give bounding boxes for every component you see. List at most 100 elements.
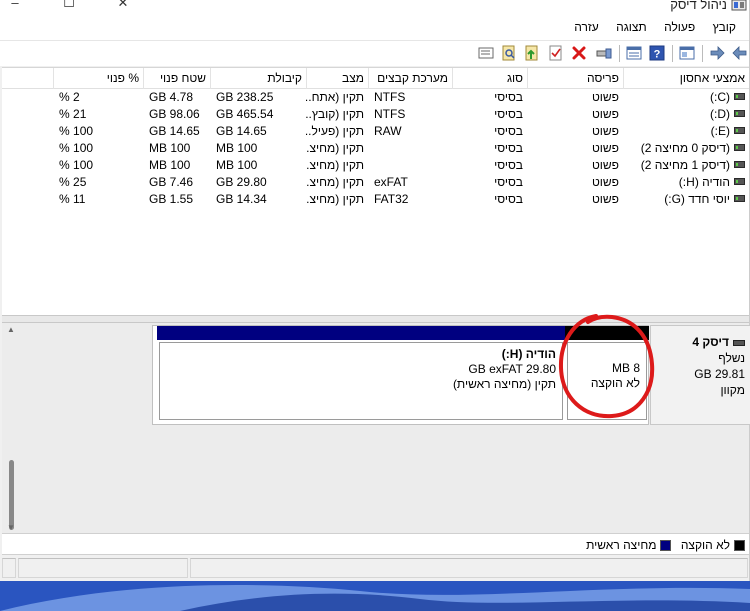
table-row[interactable]: יוסי חדד (G:) פשוט בסיסי FAT32 תקין (מחיצ...…: [2, 191, 749, 208]
minimize-button[interactable]: –: [8, 0, 22, 10]
scroll-up-icon[interactable]: ▲: [7, 325, 15, 334]
disk-type: נשלף: [718, 351, 745, 365]
volume-name: (דיסק 0 מחיצה 2): [640, 141, 730, 155]
disk-label[interactable]: דיסק 4 נשלף GB 29.81 מקוון: [650, 325, 750, 425]
menu-bar: קובץ פעולה תצוגה עזרה: [0, 14, 749, 40]
col-filesystem[interactable]: מערכת קבצים: [368, 68, 452, 89]
partition-status: לא הוקצה: [590, 376, 640, 390]
close-button[interactable]: ✕: [116, 0, 130, 10]
disk-size: GB 29.81: [694, 367, 745, 381]
desktop-background: [0, 581, 750, 611]
pane-splitter[interactable]: [2, 315, 749, 323]
cell-status: תקין (מחיצ...: [306, 158, 364, 172]
volume-list: אמצעי אחסון פריסה סוג מערכת קבצים מצב קי…: [2, 67, 749, 315]
cell-layout: פשוט: [591, 175, 619, 189]
cell-status: תקין (מחיצ...: [306, 141, 364, 155]
col-free-space[interactable]: שטח פנוי: [143, 68, 210, 89]
export-icon[interactable]: [478, 45, 494, 61]
menu-help[interactable]: עזרה: [567, 14, 606, 34]
table-row[interactable]: הודיה (H:) פשוט בסיסי exFAT תקין (מחיצ... GB …: [2, 174, 749, 191]
menu-view[interactable]: תצוגה: [609, 14, 654, 34]
cell-capacity: MB 100: [216, 158, 258, 172]
table-row[interactable]: (דיסק 1 מחיצה 2) פשוט בסיסי תקין (מחיצ... MB…: [2, 157, 749, 174]
disk-partitions: MB 8 לא הוקצה הודיה (H:) GB exFAT 29.80 …: [152, 325, 649, 425]
col-percent-free[interactable]: % פנוי: [53, 68, 143, 89]
legend-unallocated: לא הוקצה: [681, 538, 745, 552]
cell-capacity: GB 29.80: [216, 175, 267, 189]
connect-icon[interactable]: [596, 45, 612, 61]
cell-free-space: MB 100: [149, 141, 191, 155]
disk-name: דיסק 4: [692, 335, 729, 349]
cell-free-space: MB 100: [149, 158, 191, 172]
scroll-thumb[interactable]: [9, 460, 14, 530]
partition-color-bar: [565, 326, 649, 340]
scroll-down-icon[interactable]: ▼: [7, 523, 15, 532]
cell-status: תקין (פעיל...: [306, 124, 364, 138]
volume-list-rows: (C:) פשוט בסיסי NTFS תקין (אתח... GB 238.25 GB…: [2, 89, 749, 208]
check-icon[interactable]: [548, 45, 564, 61]
volume-name: הודיה (H:): [678, 175, 730, 189]
forward-arrow-icon[interactable]: [709, 45, 725, 61]
cell-capacity: GB 465.54: [216, 107, 274, 121]
vertical-scrollbar[interactable]: ▲ ▼: [5, 325, 17, 533]
partition-unallocated[interactable]: MB 8 לא הוקצה: [565, 326, 649, 424]
legend: לא הוקצה מחיצה ראשית: [2, 533, 749, 555]
col-capacity[interactable]: קיבולת: [210, 68, 306, 89]
cell-volume: (E:): [623, 123, 749, 140]
table-row[interactable]: (דיסק 0 מחיצה 2) פשוט בסיסי תקין (מחיצ... MB…: [2, 140, 749, 157]
properties-icon[interactable]: [679, 45, 695, 61]
volume-name: יוסי חדד (G:): [664, 192, 730, 206]
cell-filesystem: RAW: [374, 124, 402, 138]
maximize-button[interactable]: ☐: [62, 0, 76, 10]
table-row[interactable]: (C:) פשוט בסיסי NTFS תקין (אתח... GB 238.25 GB…: [2, 89, 749, 106]
import-icon[interactable]: [524, 45, 540, 61]
col-volume[interactable]: אמצעי אחסון: [623, 68, 749, 89]
table-row[interactable]: (E:) פשוט בסיסי RAW תקין (פעיל... GB 14.65 GB …: [2, 123, 749, 140]
cell-free-space: GB 7.46: [149, 175, 194, 189]
status-segment: [18, 558, 188, 578]
svg-text:?: ?: [654, 49, 661, 61]
partition-status: תקין (מחיצה ראשית): [452, 377, 556, 391]
cell-capacity: GB 238.25: [216, 90, 274, 104]
cell-layout: פשוט: [591, 90, 619, 104]
disk-management-window: – ☐ ✕ ניהול דיסק קובץ פעולה תצוגה עזרה ?…: [0, 0, 750, 581]
cell-volume: (דיסק 1 מחיצה 2): [623, 157, 749, 174]
menu-action[interactable]: פעולה: [657, 14, 702, 34]
cell-layout: פשוט: [591, 192, 619, 206]
volume-icon: [734, 127, 745, 135]
cell-percent-free: 11 %: [59, 192, 86, 206]
cell-layout: פשוט: [591, 141, 619, 155]
legend-swatch: [734, 540, 745, 551]
cell-status: תקין (מחיצ...: [306, 192, 364, 206]
table-row[interactable]: (D:) פשוט בסיסי NTFS תקין (קובץ... GB 465.54 G…: [2, 106, 749, 123]
legend-swatch: [660, 540, 672, 551]
cell-status: תקין (מחיצ...: [306, 175, 364, 189]
cell-type: בסיסי: [494, 124, 523, 138]
col-type[interactable]: סוג: [452, 68, 527, 89]
col-layout[interactable]: פריסה: [527, 68, 623, 89]
menu-file[interactable]: קובץ: [706, 14, 743, 34]
search-icon[interactable]: [501, 45, 517, 61]
cell-volume: (D:): [623, 106, 749, 123]
legend-primary: מחיצה ראשית: [586, 538, 672, 552]
col-status[interactable]: מצב: [306, 68, 368, 89]
delete-icon[interactable]: [571, 45, 587, 61]
status-segment: [190, 558, 748, 578]
toolbar-separator: [672, 45, 673, 62]
cell-free-space: GB 4.78: [149, 90, 194, 104]
back-arrow-icon[interactable]: [732, 45, 748, 61]
partition-color-bar: [157, 326, 565, 340]
legend-label: מחיצה ראשית: [586, 538, 657, 552]
cell-volume: הודיה (H:): [623, 174, 749, 191]
view-icon[interactable]: [626, 45, 642, 61]
help-icon[interactable]: ?: [649, 45, 665, 61]
toolbar-separator: [619, 45, 620, 62]
partition-primary[interactable]: הודיה (H:) GB exFAT 29.80 תקין (מחיצה רא…: [157, 326, 565, 424]
volume-name: (C:): [709, 90, 730, 104]
cell-layout: פשוט: [591, 124, 619, 138]
cell-filesystem: FAT32: [374, 192, 409, 206]
cell-percent-free: 100 %: [59, 124, 94, 138]
title-bar: – ☐ ✕ ניהול דיסק: [0, 0, 749, 14]
status-bar: [0, 556, 749, 581]
cell-type: בסיסי: [494, 107, 523, 121]
